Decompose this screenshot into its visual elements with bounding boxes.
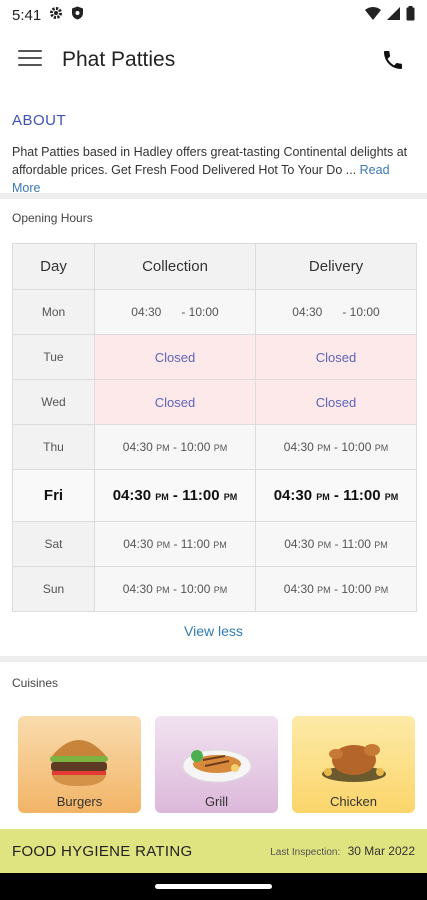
collection-cell: 04:30 PM - 10:00 PM [94, 424, 256, 470]
menu-icon[interactable] [18, 50, 42, 70]
about-text: Phat Patties based in Hadley offers grea… [12, 143, 417, 197]
app-bar: Phat Patties [0, 36, 427, 86]
settings-gear-icon [49, 6, 63, 24]
table-row: Wed Closed Closed [12, 379, 417, 425]
delivery-cell: Closed [255, 334, 417, 380]
table-row: Mon 04:30 - 10:00 04:30 - 10:00 [12, 289, 417, 335]
about-section: ABOUT Phat Patties based in Hadley offer… [12, 112, 417, 197]
collection-cell: Closed [94, 379, 256, 425]
day-cell: Sat [12, 521, 95, 567]
table-row-today: Fri 04:30 PM - 11:00 PM 04:30 PM - 11:00… [12, 469, 417, 522]
table-row: Sat 04:30 PM - 11:00 PM 04:30 PM - 11:00… [12, 521, 417, 567]
table-row: Tue Closed Closed [12, 334, 417, 380]
cuisine-card-grill[interactable]: Grill [155, 716, 278, 813]
header-day: Day [12, 243, 95, 290]
cuisines-label: Cuisines [12, 676, 59, 690]
cuisine-name: Chicken [330, 794, 377, 809]
status-bar: 5:41 [0, 0, 427, 30]
day-cell: Thu [12, 424, 95, 470]
battery-icon [406, 5, 415, 25]
roast-chicken-icon [322, 744, 386, 782]
status-time: 5:41 [12, 6, 42, 24]
delivery-cell: Closed [255, 379, 417, 425]
inspection-label: Last Inspection: [270, 847, 341, 858]
page-title: Phat Patties [62, 48, 176, 71]
about-description: Phat Patties based in Hadley offers grea… [12, 145, 408, 177]
day-cell: Mon [12, 289, 95, 335]
phone-icon[interactable] [381, 48, 405, 72]
collection-cell: 04:30 PM - 11:00 PM [94, 469, 256, 522]
day-cell: Wed [12, 379, 95, 425]
opening-hours-label: Opening Hours [12, 211, 93, 225]
cuisine-name: Grill [204, 794, 229, 809]
collection-cell: 04:30 PM - 10:00 PM [94, 566, 256, 612]
view-less-link[interactable]: View less [0, 623, 427, 639]
header-delivery: Delivery [255, 243, 417, 290]
wifi-icon [365, 6, 381, 24]
delivery-cell: 04:30 PM - 10:00 PM [255, 566, 417, 612]
grill-plate-icon [182, 749, 252, 783]
cuisine-name: Burgers [56, 794, 103, 809]
burger-icon [50, 740, 108, 786]
header-collection: Collection [94, 243, 256, 290]
table-row: Thu 04:30 PM - 10:00 PM 04:30 PM - 10:00… [12, 424, 417, 470]
cuisine-card-chicken[interactable]: Chicken [292, 716, 415, 813]
delivery-cell: 04:30 PM - 11:00 PM [255, 521, 417, 567]
day-cell: Sun [12, 566, 95, 612]
cell-signal-icon [387, 6, 400, 24]
hygiene-title: FOOD HYGIENE RATING [12, 842, 193, 860]
collection-cell: 04:30 - 10:00 [94, 289, 256, 335]
collection-cell: Closed [94, 334, 256, 380]
section-divider [0, 656, 427, 662]
table-row: Sun 04:30 PM - 10:00 PM 04:30 PM - 10:00… [12, 566, 417, 612]
delivery-cell: 04:30 PM - 11:00 PM [255, 469, 417, 522]
shield-icon [71, 6, 84, 24]
collection-cell: 04:30 PM - 11:00 PM [94, 521, 256, 567]
table-header-row: Day Collection Delivery [12, 243, 417, 290]
about-title: ABOUT [12, 112, 67, 129]
last-inspection: Last Inspection: 30 Mar 2022 [270, 844, 415, 858]
section-divider [0, 193, 427, 199]
cuisine-card-burgers[interactable]: Burgers [18, 716, 141, 813]
system-nav-bar [0, 873, 427, 900]
opening-hours-table: Day Collection Delivery Mon 04:30 - 10:0… [12, 243, 417, 612]
delivery-cell: 04:30 PM - 10:00 PM [255, 424, 417, 470]
day-cell: Fri [12, 469, 95, 522]
hygiene-rating-banner[interactable]: FOOD HYGIENE RATING Last Inspection: 30 … [0, 829, 427, 873]
home-handle[interactable] [155, 884, 272, 889]
cuisines-list: Burgers Grill Chicken [18, 716, 416, 813]
inspection-date: 30 Mar 2022 [347, 844, 415, 858]
delivery-cell: 04:30 - 10:00 [255, 289, 417, 335]
day-cell: Tue [12, 334, 95, 380]
